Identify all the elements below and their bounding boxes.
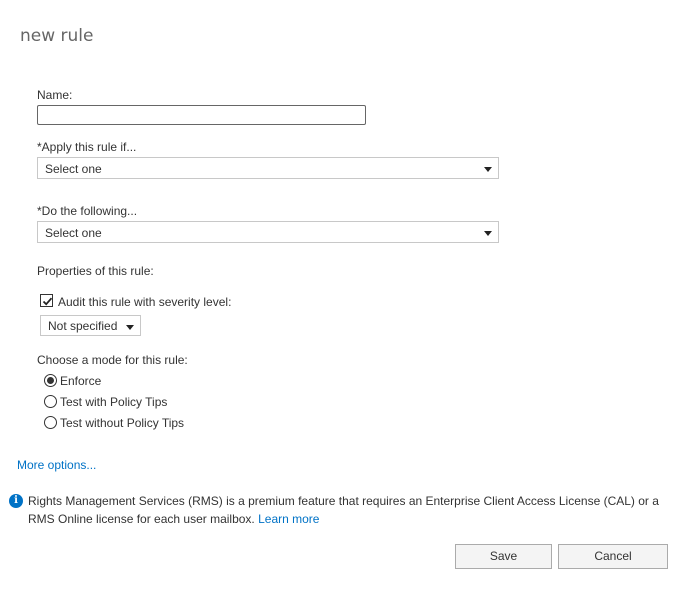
chevron-down-icon: [484, 231, 492, 236]
cancel-button[interactable]: Cancel: [558, 544, 668, 569]
do-following-value: Select one: [45, 226, 102, 240]
severity-value: Not specified: [48, 319, 118, 333]
mode-label: Choose a mode for this rule:: [37, 353, 188, 367]
audit-label: Audit this rule with severity level:: [58, 295, 232, 309]
audit-checkbox[interactable]: [40, 294, 53, 307]
radio-test-with-tips-label: Test with Policy Tips: [60, 395, 168, 409]
severity-select[interactable]: Not specified: [40, 315, 141, 336]
radio-enforce-label: Enforce: [60, 374, 102, 388]
radio-test-with-tips[interactable]: [44, 395, 57, 408]
name-field[interactable]: [37, 105, 366, 125]
apply-rule-value: Select one: [45, 162, 102, 176]
info-icon: i: [9, 494, 23, 508]
more-options-link[interactable]: More options...: [17, 458, 96, 472]
properties-label: Properties of this rule:: [37, 264, 154, 278]
radio-dot: [47, 377, 54, 384]
apply-rule-label: *Apply this rule if...: [37, 140, 137, 154]
do-following-label: *Do the following...: [37, 204, 138, 218]
chevron-down-icon: [126, 325, 134, 330]
name-label: Name:: [37, 88, 73, 102]
save-button[interactable]: Save: [455, 544, 552, 569]
info-text: Rights Management Services (RMS) is a pr…: [28, 494, 659, 526]
apply-rule-select[interactable]: Select one: [37, 157, 499, 179]
info-message: Rights Management Services (RMS) is a pr…: [28, 492, 678, 528]
checkmark-icon: [42, 297, 53, 306]
chevron-down-icon: [484, 167, 492, 172]
radio-enforce[interactable]: [44, 374, 57, 387]
radio-test-without-tips-label: Test without Policy Tips: [60, 416, 185, 430]
dialog-title: new rule: [20, 26, 94, 46]
radio-test-without-tips[interactable]: [44, 416, 57, 429]
do-following-select[interactable]: Select one: [37, 221, 499, 243]
learn-more-link[interactable]: Learn more: [258, 512, 319, 526]
